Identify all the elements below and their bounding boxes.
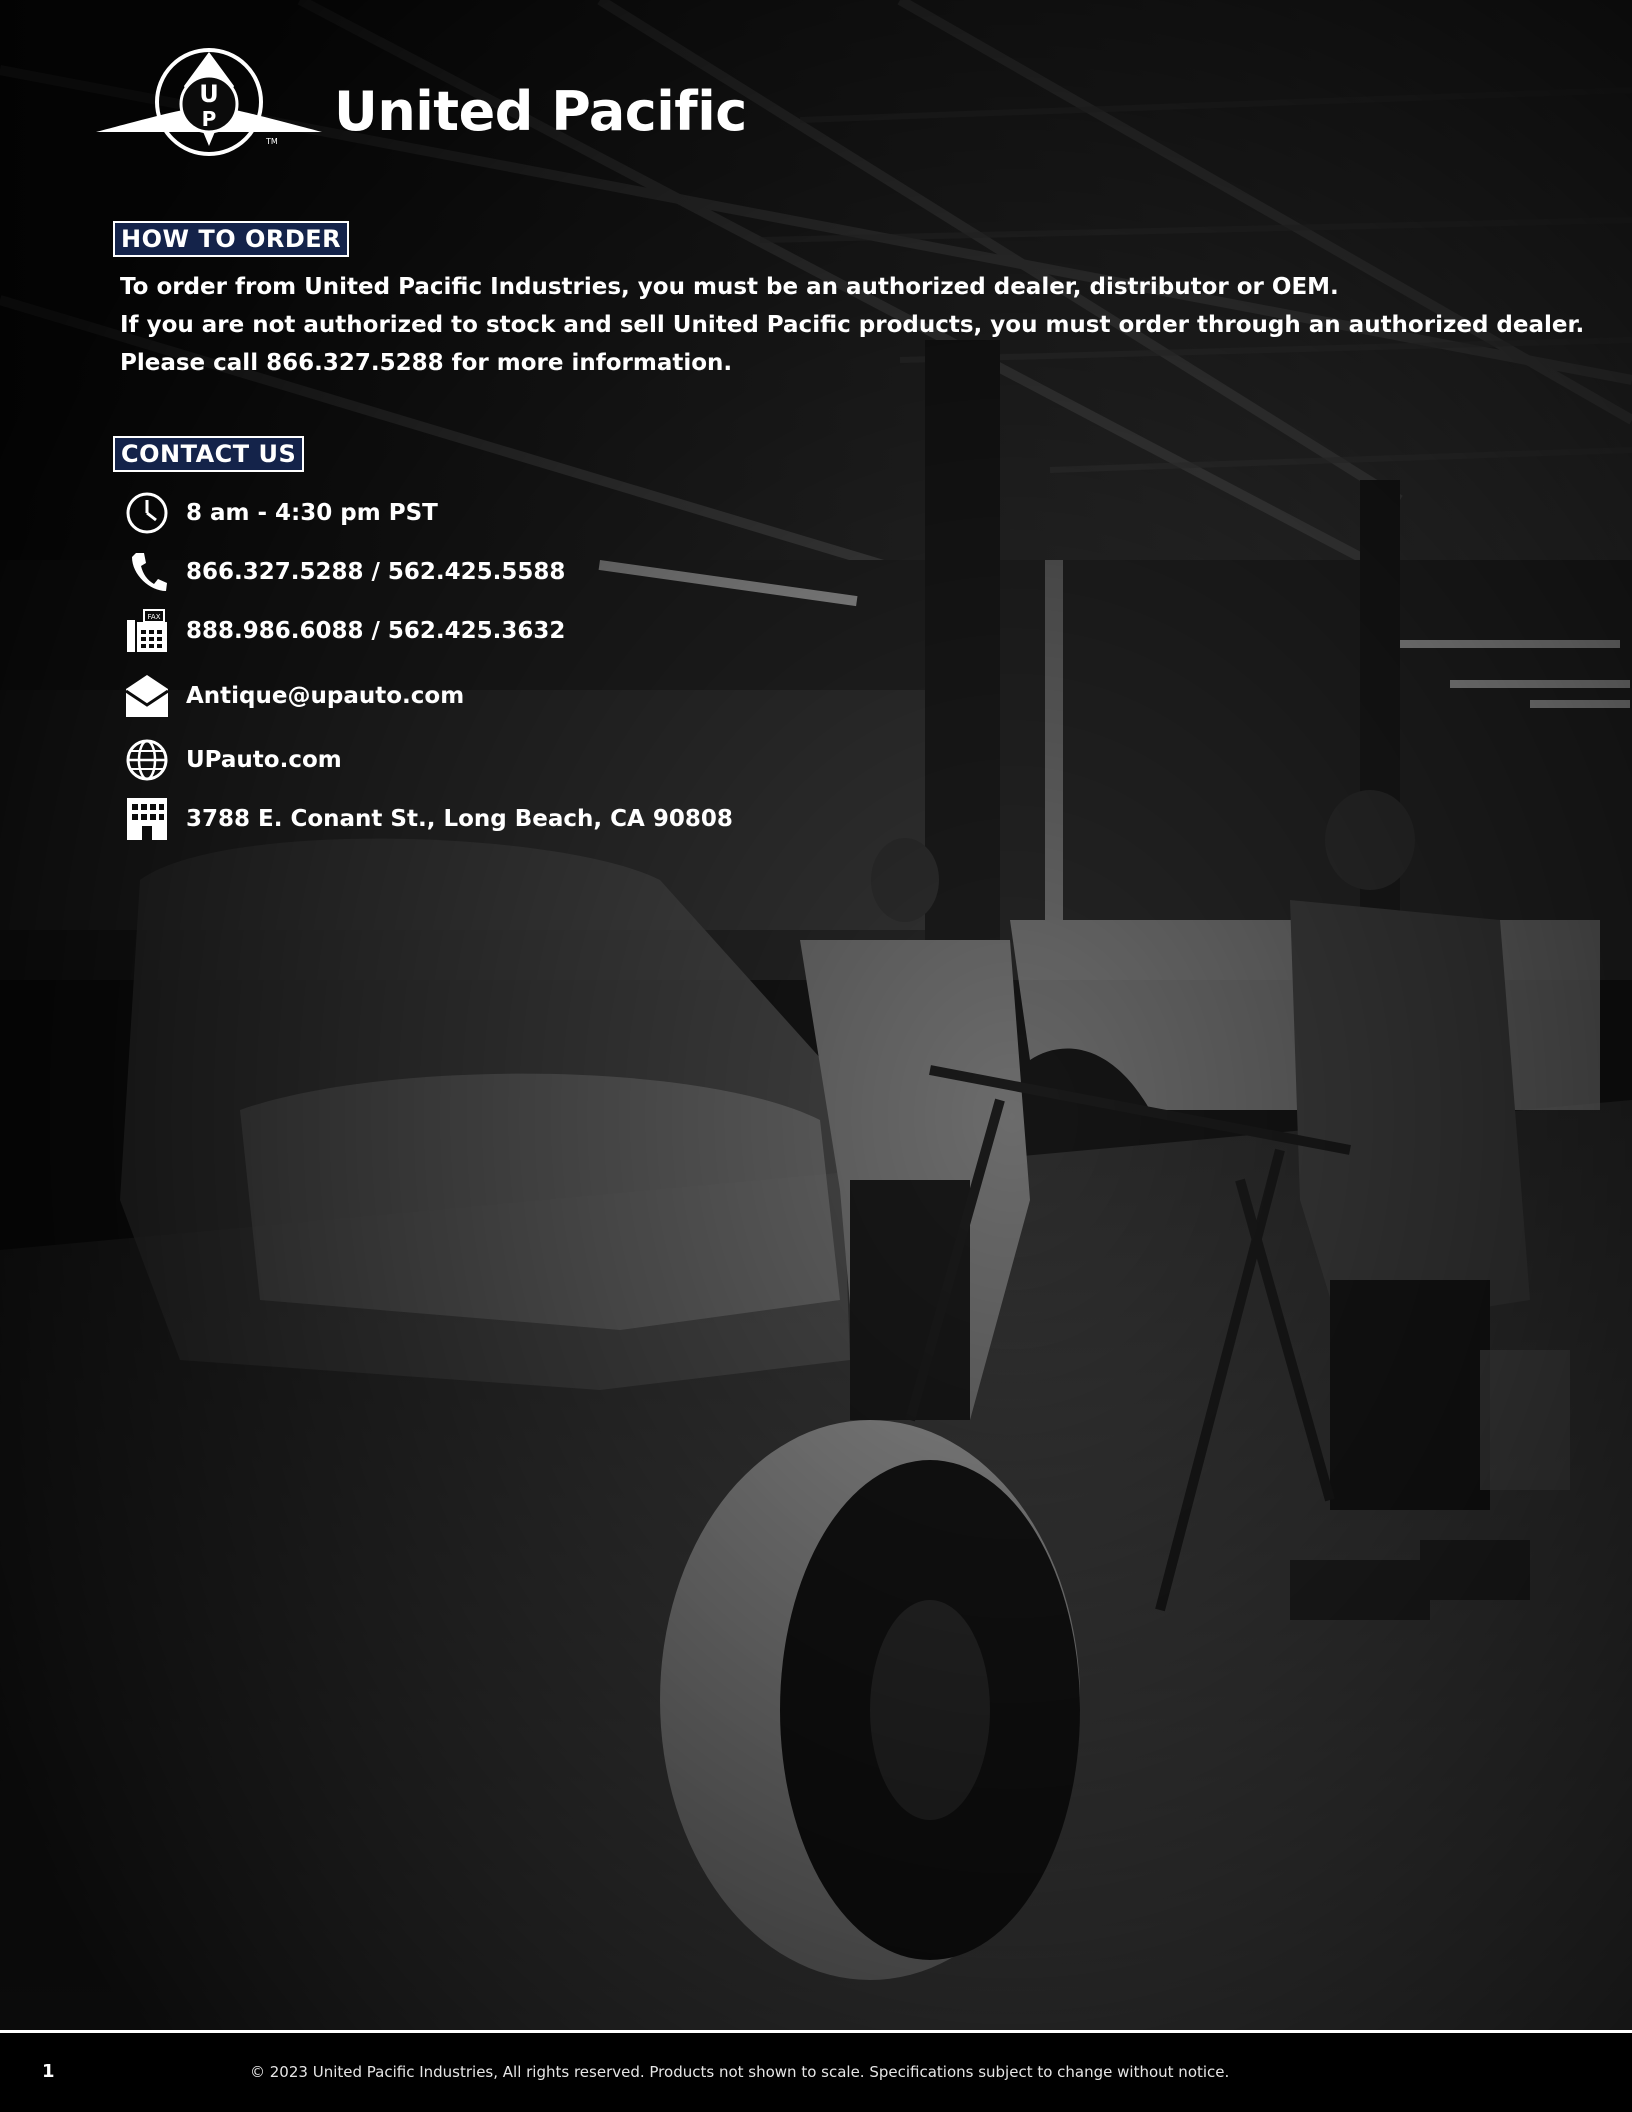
contact-hours-text: 8 am - 4:30 pm PST [186,500,438,526]
contact-us-heading: CONTACT US [113,436,305,472]
contact-fax[interactable]: FAX 888.986.6088 / 562.425.3632 [120,608,1020,652]
contact-phone[interactable]: 866.327.5288 / 562.425.5588 [120,549,1020,593]
contact-address-text: 3788 E. Conant St., Long Beach, CA 90808 [186,806,733,832]
page-footer: 1 © 2023 United Pacific Industries, All … [0,2033,1632,2112]
brand-name: United Pacific [334,80,747,143]
phone-icon [132,553,167,591]
logo-letter-u: U [199,80,219,108]
contact-email[interactable]: Antique@upauto.com [120,673,1020,717]
clock-icon [126,492,168,534]
how-to-order-heading: HOW TO ORDER [113,221,350,257]
trademark-mark: TM [265,137,278,146]
contact-hours: 8 am - 4:30 pm PST [120,490,1020,534]
contact-fax-text[interactable]: 888.986.6088 / 562.425.3632 [186,618,565,644]
contact-website-link[interactable]: UPauto.com [186,747,342,773]
winged-up-emblem-icon: U P TM [96,48,322,156]
order-line: If you are not authorized to stock and s… [120,312,1585,338]
contact-phone-text[interactable]: 866.327.5288 / 562.425.5588 [186,559,565,585]
contact-email-link[interactable]: Antique@upauto.com [186,683,464,709]
envelope-icon [125,675,169,717]
order-line: Please call 866.327.5288 for more inform… [120,350,733,376]
building-icon [127,798,167,840]
fax-icon: FAX [127,609,167,652]
contact-website[interactable]: UPauto.com [120,737,1020,781]
globe-icon [126,739,168,781]
fax-icon-label: FAX [148,613,161,621]
logo-letter-p: P [202,107,217,131]
copyright-notice: © 2023 United Pacific Industries, All ri… [250,2063,1230,2081]
how-to-order-text: To order from United Pacific Industries,… [120,268,1585,382]
order-line: To order from United Pacific Industries,… [120,274,1339,300]
page-number: 1 [42,2061,55,2082]
contact-address: 3788 E. Conant St., Long Beach, CA 90808 [120,796,1020,840]
